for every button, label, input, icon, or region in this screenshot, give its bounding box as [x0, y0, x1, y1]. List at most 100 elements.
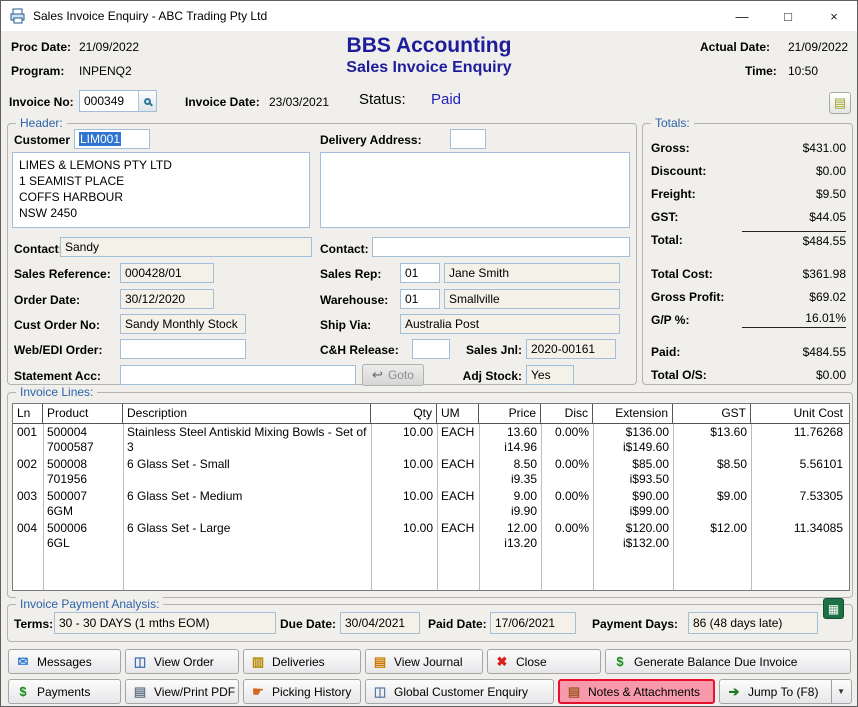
cell-unit_cost: 11.34085 [751, 520, 847, 552]
column-header: Unit Cost [751, 404, 847, 423]
invoice-no-label: Invoice No: [9, 95, 74, 109]
deliveries-button[interactable]: ▥Deliveries [243, 649, 361, 674]
invoice-line-row[interactable]: 0045000066GL6 Glass Set - Large10.00EACH… [13, 520, 849, 552]
sales-rep-label: Sales Rep: [320, 267, 381, 281]
totals-value: $431.00 [742, 141, 846, 155]
sales-jnl-input[interactable] [526, 339, 616, 359]
panel-toggle-button[interactable]: ▤ [829, 92, 851, 114]
cell-qty: 10.00 [371, 488, 437, 520]
totals-value: $0.00 [742, 164, 846, 178]
export-excel-button[interactable]: ▦ [823, 598, 844, 619]
excel-icon: ▦ [828, 602, 839, 616]
pdf-icon: ▤ [132, 684, 148, 700]
statement-acc-input[interactable] [120, 365, 356, 385]
invoice-date-value: 23/03/2021 [269, 95, 329, 109]
grid-header: LnProductDescriptionQtyUMPriceDiscExtens… [13, 404, 849, 424]
totals-row: G/P %:16.01% [651, 308, 846, 331]
column-header: Ln [13, 404, 43, 423]
envelope-icon: ✉ [15, 654, 31, 670]
goto-label: Goto [388, 368, 414, 382]
actual-date-value: 21/09/2022 [788, 40, 848, 54]
ch-release-input[interactable] [412, 339, 450, 359]
payments-button[interactable]: $Payments [8, 679, 121, 704]
time-label: Time: [745, 64, 777, 78]
web-edi-order-input[interactable] [120, 339, 246, 359]
warehouse-name-input[interactable] [444, 289, 620, 309]
global-customer-enquiry-button[interactable]: ◫Global Customer Enquiry [365, 679, 554, 704]
customer-code-input[interactable]: LIM001 [74, 129, 150, 149]
cell-disc: 0.00% [541, 424, 593, 456]
totals-label: Total Cost: [651, 267, 713, 281]
button-label: Deliveries [272, 655, 325, 669]
totals-value: 16.01% [742, 311, 846, 328]
due-date-input[interactable] [340, 612, 420, 634]
order-date-label: Order Date: [14, 293, 80, 307]
notes-icon: ▤ [566, 684, 582, 700]
column-header: Extension [593, 404, 673, 423]
invoice-line-row[interactable]: 0015000047000587Stainless Steel Antiskid… [13, 424, 849, 456]
close-window-button[interactable]: × [811, 1, 857, 31]
buttons-row2: $Payments▤View/Print PDF☛Picking History… [8, 679, 852, 704]
invoice-search-button[interactable] [138, 91, 156, 111]
invoice-line-row[interactable]: 0035000076GM6 Glass Set - Medium10.00EAC… [13, 488, 849, 520]
totals-label: Total O/S: [651, 368, 707, 382]
adj-stock-input[interactable] [526, 365, 574, 385]
payment-days-input[interactable] [688, 612, 818, 634]
sales-rep-code-input[interactable] [400, 263, 440, 283]
view-print-pdf-button[interactable]: ▤View/Print PDF [125, 679, 239, 704]
web-edi-order-label: Web/EDI Order: [14, 343, 102, 357]
cell-unit_cost: 7.53305 [751, 488, 847, 520]
adj-stock-label: Adj Stock: [458, 369, 522, 383]
cell-product: 5000047000587 [43, 424, 123, 456]
cust-order-no-label: Cust Order No: [14, 318, 100, 332]
totals-row: Total Cost:$361.98 [651, 262, 846, 285]
messages-button[interactable]: ✉Messages [8, 649, 121, 674]
totals-label: Gross: [651, 141, 690, 155]
maximize-button[interactable]: □ [765, 1, 811, 31]
ship-via-input[interactable] [400, 314, 620, 334]
cell-disc: 0.00% [541, 488, 593, 520]
generate-balance-due-invoice-button[interactable]: $Generate Balance Due Invoice [605, 649, 851, 674]
invoice-line-row[interactable]: 0025000087019566 Glass Set - Small10.00E… [13, 456, 849, 488]
minimize-button[interactable]: — [719, 1, 765, 31]
paid-date-input[interactable] [490, 612, 576, 634]
invoice-lines-group: Invoice Lines: LnProductDescriptionQtyUM… [7, 392, 853, 598]
cell-ln: 004 [13, 520, 43, 552]
picking-history-button[interactable]: ☛Picking History [243, 679, 361, 704]
sales-rep-name-input[interactable] [444, 263, 620, 283]
order-date-input[interactable] [120, 289, 214, 309]
cust-order-no-input[interactable] [120, 314, 246, 334]
terms-input[interactable] [54, 612, 276, 634]
totals-value: $0.00 [742, 368, 846, 382]
grid-column-separator [593, 424, 594, 590]
jump-to-button[interactable]: ➔Jump To (F8)▼ [719, 679, 852, 704]
invoice-date-label: Invoice Date: [185, 95, 260, 109]
totals-label: Discount: [651, 164, 706, 178]
due-date-label: Due Date: [280, 617, 336, 631]
cell-qty: 10.00 [371, 424, 437, 456]
delivery-contact-input[interactable] [372, 237, 630, 257]
sales-jnl-label: Sales Jnl: [458, 343, 522, 357]
dropdown-arrow-icon[interactable]: ▼ [831, 680, 845, 703]
close-button[interactable]: ✖Close [487, 649, 601, 674]
delivery-address-label: Delivery Address: [320, 133, 422, 147]
totals-label: Total: [651, 233, 683, 247]
warehouse-code-input[interactable] [400, 289, 440, 309]
invoice-no-input[interactable]: 000349 [79, 90, 157, 112]
delivery-code-input[interactable] [450, 129, 486, 149]
sales-reference-input[interactable] [120, 263, 214, 283]
cell-um: EACH [437, 520, 479, 552]
button-label: Picking History [272, 685, 351, 699]
column-header: Qty [371, 404, 437, 423]
totals-group-title: Totals: [651, 116, 694, 130]
button-label: View Journal [394, 655, 462, 669]
cell-gst: $13.60 [673, 424, 751, 456]
view-order-button[interactable]: ◫View Order [125, 649, 239, 674]
goto-button[interactable]: ↩Goto [362, 364, 424, 386]
view-journal-button[interactable]: ▤View Journal [365, 649, 483, 674]
notes-attachments-button[interactable]: ▤Notes & Attachments [558, 679, 715, 704]
contact-input[interactable] [60, 237, 312, 257]
cell-product: 5000066GL [43, 520, 123, 552]
totals-row: Paid:$484.55 [651, 340, 846, 363]
cell-gst: $12.00 [673, 520, 751, 552]
